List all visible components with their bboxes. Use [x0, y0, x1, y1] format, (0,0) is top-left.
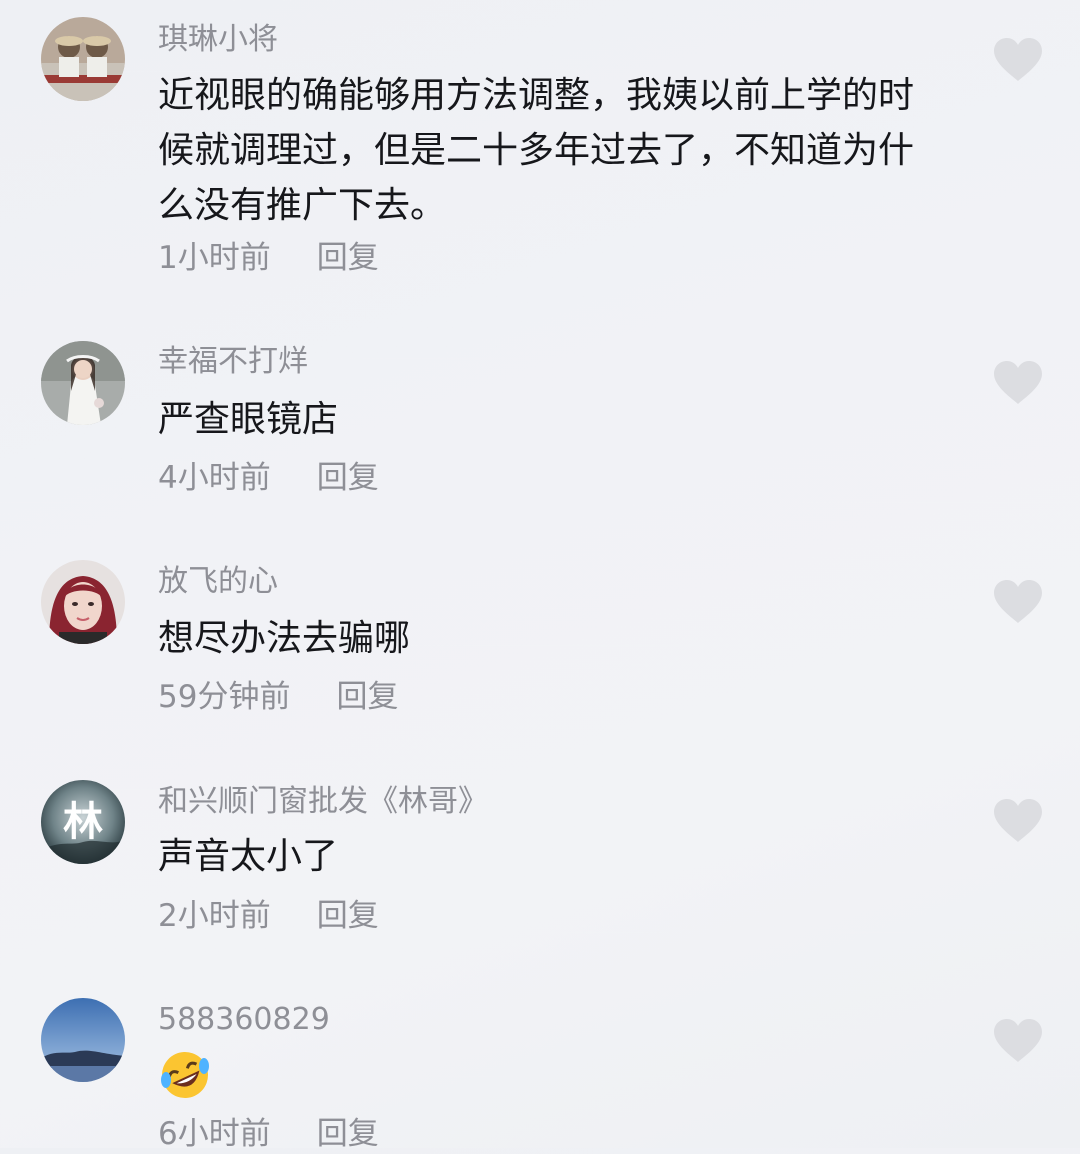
timestamp: 4小时前 — [158, 460, 271, 496]
comment-item: 林 和兴顺门窗批发《林哥》 声音太小了 2小时前 回复 — [0, 772, 1080, 972]
avatar-image — [41, 17, 125, 101]
username[interactable]: 幸福不打烊 — [158, 342, 308, 382]
avatar-image — [41, 560, 125, 644]
comment-text[interactable]: 想尽办法去骗哪 — [158, 611, 948, 666]
comment-text[interactable]: 近视眼的确能够用方法调整，我姨以前上学的时候就调理过，但是二十多年过去了，不知道… — [158, 68, 948, 233]
like-button[interactable] — [992, 1018, 1044, 1064]
username[interactable]: 放飞的心 — [158, 562, 278, 602]
comment-text[interactable]: 声音太小了 — [158, 829, 948, 884]
username[interactable]: 琪琳小将 — [158, 20, 278, 60]
rolling-on-floor-laughing-emoji — [158, 1048, 212, 1102]
like-button[interactable] — [992, 798, 1044, 844]
comment-meta: 2小时前 回复 — [158, 896, 379, 936]
comment-item: 幸福不打烊 严查眼镜店 4小时前 回复 — [0, 330, 1080, 530]
comment-meta: 59分钟前 回复 — [158, 677, 398, 717]
like-button[interactable] — [992, 37, 1044, 83]
heart-icon — [994, 38, 1042, 81]
username[interactable]: 和兴顺门窗批发《林哥》 — [158, 782, 488, 822]
avatar-image — [41, 998, 125, 1082]
comment-text[interactable]: 严查眼镜店 — [158, 392, 948, 447]
reply-button[interactable]: 回复 — [317, 238, 379, 278]
heart-icon — [994, 1019, 1042, 1062]
username[interactable]: 588360829 — [158, 1000, 330, 1040]
heart-icon — [994, 361, 1042, 404]
avatar[interactable] — [41, 560, 125, 644]
comment-meta: 6小时前 回复 — [158, 1114, 379, 1154]
comment-meta: 1小时前 回复 — [158, 238, 379, 278]
like-button[interactable] — [992, 579, 1044, 625]
timestamp: 2小时前 — [158, 898, 271, 934]
reply-button[interactable]: 回复 — [317, 896, 379, 936]
like-button[interactable] — [992, 360, 1044, 406]
timestamp: 6小时前 — [158, 1116, 271, 1152]
comment-item: 琪琳小将 近视眼的确能够用方法调整，我姨以前上学的时候就调理过，但是二十多年过去… — [0, 0, 1080, 300]
reply-button[interactable]: 回复 — [317, 458, 379, 498]
comment-item: 588360829 6小时前 回复 — [0, 990, 1080, 1152]
heart-icon — [994, 580, 1042, 623]
avatar-image — [41, 341, 125, 425]
timestamp: 1小时前 — [158, 240, 271, 276]
heart-icon — [994, 799, 1042, 842]
avatar[interactable] — [41, 998, 125, 1082]
avatar[interactable] — [41, 341, 125, 425]
comment-meta: 4小时前 回复 — [158, 458, 379, 498]
reply-button[interactable]: 回复 — [336, 677, 398, 717]
avatar[interactable] — [41, 17, 125, 101]
reply-button[interactable]: 回复 — [317, 1114, 379, 1154]
comment-item: 放飞的心 想尽办法去骗哪 59分钟前 回复 — [0, 552, 1080, 752]
avatar-text: 林 — [63, 798, 103, 845]
timestamp: 59分钟前 — [158, 679, 291, 715]
avatar[interactable]: 林 — [41, 780, 125, 864]
